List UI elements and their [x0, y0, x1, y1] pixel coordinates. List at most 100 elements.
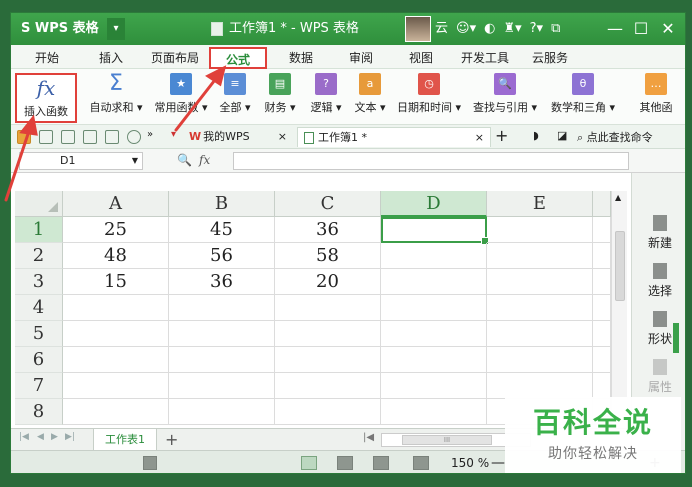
tab-review[interactable]: 审阅	[341, 47, 381, 69]
layout-view-icon[interactable]	[373, 456, 389, 470]
tab-my-wps[interactable]: W 我的WPS ×	[189, 127, 291, 147]
row-header-6[interactable]: 6	[15, 347, 63, 373]
cell-a6[interactable]	[63, 347, 169, 373]
cell-partial[interactable]	[593, 347, 611, 373]
cell-partial[interactable]	[593, 373, 611, 399]
cell-d7[interactable]	[381, 373, 487, 399]
cell-a3[interactable]: 15	[63, 269, 169, 295]
row-header-2[interactable]: 2	[15, 243, 63, 269]
cell-c4[interactable]	[275, 295, 381, 321]
zoom-icon[interactable]: 🔍	[177, 153, 192, 167]
cell-b2[interactable]: 56	[169, 243, 275, 269]
cell-d6[interactable]	[381, 347, 487, 373]
date-time-button[interactable]: ◷ 日期和时间 ▾	[393, 73, 465, 115]
hscroll-split-icon[interactable]: |◀	[363, 432, 374, 443]
row-header-4[interactable]: 4	[15, 295, 63, 321]
export-pdf-icon[interactable]	[61, 130, 75, 144]
column-header-d[interactable]: D	[381, 191, 487, 217]
cell-a5[interactable]	[63, 321, 169, 347]
cell-d5[interactable]	[381, 321, 487, 347]
cell-b4[interactable]	[169, 295, 275, 321]
undo-icon[interactable]	[127, 130, 141, 144]
horizontal-scroll-thumb[interactable]: III	[402, 435, 492, 445]
column-header-e[interactable]: E	[487, 191, 593, 217]
prev-sheet-icon[interactable]: ◀	[37, 432, 44, 442]
cell-partial[interactable]	[593, 269, 611, 295]
name-box[interactable]: D1 ▼	[19, 152, 143, 170]
column-header-b[interactable]: B	[169, 191, 275, 217]
cell-b5[interactable]	[169, 321, 275, 347]
zoom-level[interactable]: 150 %	[451, 451, 489, 473]
select-all-corner[interactable]	[15, 191, 63, 217]
tab-view[interactable]: 视图	[401, 47, 441, 69]
properties-panel-button[interactable]: 属性	[632, 359, 685, 395]
zoom-out-button[interactable]: —	[491, 451, 505, 473]
cell-partial[interactable]	[593, 321, 611, 347]
print-icon[interactable]	[83, 130, 97, 144]
vertical-scroll-thumb[interactable]	[615, 231, 625, 301]
insert-function-button[interactable]: fx 插入函数	[15, 73, 77, 123]
cell-e7[interactable]	[487, 373, 593, 399]
logical-button[interactable]: ? 逻辑 ▾	[305, 73, 347, 115]
sheet-tab-1[interactable]: 工作表1	[93, 429, 157, 451]
cell-partial[interactable]	[593, 217, 611, 243]
scroll-up-icon[interactable]: ▲	[615, 193, 621, 202]
select-panel-button[interactable]: 选择	[632, 263, 685, 299]
common-functions-button[interactable]: ★ 常用函数 ▾	[151, 73, 211, 115]
cell-d4[interactable]	[381, 295, 487, 321]
other-functions-button[interactable]: … 其他函	[625, 73, 685, 115]
cell-b7[interactable]	[169, 373, 275, 399]
row-header-3[interactable]: 3	[15, 269, 63, 295]
cell-b3[interactable]: 36	[169, 269, 275, 295]
cell-partial[interactable]	[593, 295, 611, 321]
save-icon[interactable]	[39, 130, 53, 144]
formula-input[interactable]	[233, 152, 629, 170]
open-folder-icon[interactable]	[17, 130, 31, 144]
financial-button[interactable]: ▤ 财务 ▾	[259, 73, 301, 115]
avatar[interactable]	[405, 16, 431, 42]
print-preview-icon[interactable]	[105, 130, 119, 144]
add-sheet-button[interactable]: +	[165, 429, 178, 451]
column-header-a[interactable]: A	[63, 191, 169, 217]
cell-d8[interactable]	[381, 399, 487, 425]
cell-e5[interactable]	[487, 321, 593, 347]
cell-c6[interactable]	[275, 347, 381, 373]
cloud-label[interactable]: 云	[435, 13, 448, 45]
row-header-1[interactable]: 1	[15, 217, 63, 243]
row-header-7[interactable]: 7	[15, 373, 63, 399]
next-sheet-icon[interactable]: ▶	[51, 432, 58, 442]
tab-insert[interactable]: 插入	[91, 47, 131, 69]
normal-view-icon[interactable]	[301, 456, 317, 470]
close-button[interactable]: ✕	[656, 13, 680, 45]
restore-icon[interactable]: ⧉	[551, 13, 560, 45]
cell-c5[interactable]	[275, 321, 381, 347]
cell-d1[interactable]	[381, 217, 489, 245]
cell-a1[interactable]: 25	[63, 217, 169, 243]
more-tools-icon[interactable]: »	[147, 129, 153, 140]
cloud-status-icon[interactable]: ☺▾	[456, 13, 476, 45]
close-tab-icon[interactable]: ×	[278, 127, 287, 147]
cell-e3[interactable]	[487, 269, 593, 295]
macro-record-icon[interactable]	[143, 456, 157, 470]
share-icon[interactable]: ◪	[557, 129, 567, 142]
tab-workbook[interactable]: 工作簿1 * ×	[297, 127, 491, 147]
cell-a2[interactable]: 48	[63, 243, 169, 269]
command-search[interactable]: ⌕ 点此查找命令	[577, 129, 653, 145]
reading-view-icon[interactable]	[413, 456, 429, 470]
tab-developer[interactable]: 开发工具	[457, 47, 513, 69]
cell-e2[interactable]	[487, 243, 593, 269]
cell-partial[interactable]	[593, 243, 611, 269]
chevron-down-icon[interactable]: ▼	[132, 153, 138, 169]
new-tab-button[interactable]: +	[495, 126, 508, 145]
all-functions-button[interactable]: ≡ 全部 ▾	[215, 73, 255, 115]
cell-a8[interactable]	[63, 399, 169, 425]
tab-page-layout[interactable]: 页面布局	[145, 47, 205, 69]
tab-cloud-service[interactable]: 云服务	[525, 47, 575, 69]
minimize-button[interactable]: —	[603, 13, 627, 45]
first-sheet-icon[interactable]: |◀	[19, 432, 29, 442]
cloud-doc-icon[interactable]: ◗	[533, 129, 539, 142]
app-menu-button[interactable]: S WPS 表格	[15, 18, 105, 40]
row-header-8[interactable]: 8	[15, 399, 63, 425]
cell-d3[interactable]	[381, 269, 487, 295]
fx-button[interactable]: fx	[199, 153, 210, 167]
